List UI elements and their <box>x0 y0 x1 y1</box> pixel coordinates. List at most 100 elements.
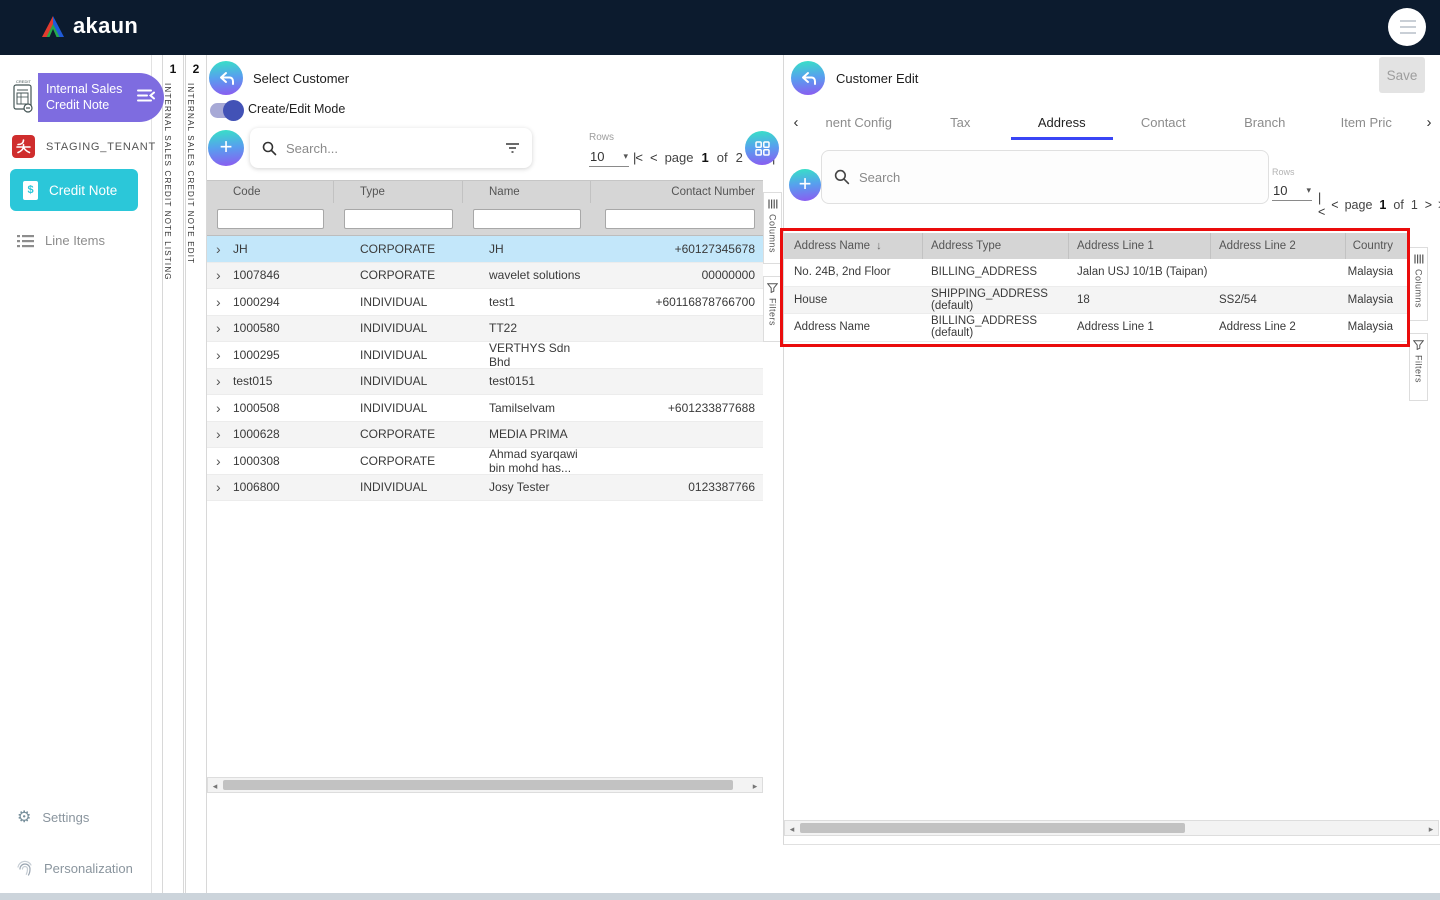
scrollbar-thumb[interactable] <box>223 780 733 790</box>
scroll-right-arrow[interactable]: ▸ <box>1425 822 1437 836</box>
expand-row-icon[interactable]: › <box>216 454 221 468</box>
first-page-button[interactable]: |< <box>1318 191 1324 219</box>
rows-label: Rows <box>589 132 629 143</box>
expand-row-icon[interactable]: › <box>216 374 221 388</box>
back-button[interactable] <box>791 61 825 95</box>
add-customer-button[interactable]: + <box>208 130 244 166</box>
toggle-knob <box>223 100 244 121</box>
column-header-type[interactable]: Type <box>334 181 463 203</box>
create-edit-mode-toggle[interactable] <box>210 103 241 118</box>
expand-row-icon[interactable]: › <box>216 242 221 256</box>
back-arrow-icon <box>800 71 817 86</box>
scroll-left-arrow[interactable]: ◂ <box>786 822 798 836</box>
address-search-input[interactable] <box>859 170 1256 185</box>
tab-branch[interactable]: Branch <box>1214 105 1316 140</box>
rows-per-page-select[interactable]: 10 ▾ <box>1272 180 1312 201</box>
table-row[interactable]: ›test015 INDIVIDUAL test0151 <box>207 369 763 396</box>
column-header-contact[interactable]: Contact Number <box>591 181 763 203</box>
scroll-right-arrow[interactable]: ▸ <box>749 779 761 793</box>
sidebar-item-personalization[interactable]: Personalization <box>17 860 133 876</box>
credit-note-document-icon: CREDIT <box>8 73 38 122</box>
back-button[interactable] <box>209 61 243 95</box>
expand-row-icon[interactable]: › <box>216 401 221 415</box>
table-row[interactable]: ›1000294 INDIVIDUAL test1 +6011687876670… <box>207 289 763 316</box>
page-word: page <box>1345 198 1373 212</box>
table-row[interactable]: ›1006800 INDIVIDUAL Josy Tester 01233877… <box>207 475 763 502</box>
sidebar-item-credit-note[interactable]: $ Credit Note <box>10 169 138 211</box>
expand-row-icon[interactable]: › <box>216 427 221 441</box>
column-header-code[interactable]: Code <box>207 181 334 203</box>
cell-code: JH <box>233 242 248 256</box>
filters-side-tab[interactable]: Filters <box>763 276 782 342</box>
grid-view-button[interactable] <box>745 131 779 165</box>
column-header-address-type[interactable]: Address Type <box>923 233 1069 259</box>
sidebar-item-settings[interactable]: ⚙ Settings <box>17 807 89 827</box>
table-row[interactable]: ›1007846 CORPORATE wavelet solutions 000… <box>207 263 763 290</box>
expand-row-icon[interactable]: › <box>216 480 221 494</box>
tab-address[interactable]: Address <box>1011 105 1113 140</box>
cell-type: INDIVIDUAL <box>334 480 463 494</box>
columns-side-tab[interactable]: Columns <box>763 192 782 264</box>
table-row[interactable]: ›1000580 INDIVIDUAL TT22 <box>207 316 763 343</box>
select-customer-panel: Select Customer Create/Edit Mode + Rows … <box>206 55 780 893</box>
cell-type: INDIVIDUAL <box>334 295 463 309</box>
tab-tax[interactable]: Tax <box>910 105 1012 140</box>
expand-row-icon[interactable]: › <box>216 295 221 309</box>
columns-side-tab[interactable]: Columns <box>1409 247 1428 321</box>
brand-name: akaun <box>73 13 138 39</box>
module-header[interactable]: CREDIT Internal Sales Credit Note <box>8 73 164 122</box>
tab-payment-config[interactable]: nent Config <box>808 105 910 140</box>
user-avatar[interactable] <box>1388 8 1426 46</box>
filters-side-tab[interactable]: Filters <box>1409 333 1428 401</box>
tab-item-pricing[interactable]: Item Pric <box>1316 105 1418 140</box>
filter-input-name[interactable] <box>473 209 581 229</box>
save-button[interactable]: Save <box>1379 57 1425 93</box>
prev-page-button[interactable]: < <box>650 150 657 165</box>
tenant-label: STAGING_TENANT <box>46 141 156 153</box>
table-row[interactable]: No. 24B, 2nd Floor BILLING_ADDRESS Jalan… <box>784 259 1409 287</box>
cell-type: INDIVIDUAL <box>334 321 463 335</box>
table-row[interactable]: ›1000295 INDIVIDUAL VERTHYS Sdn Bhd <box>207 342 763 369</box>
table-row[interactable]: ›1000508 INDIVIDUAL Tamilselvam +6012338… <box>207 395 763 422</box>
table-row[interactable]: ›1000628 CORPORATE MEDIA PRIMA <box>207 422 763 449</box>
filter-input-type[interactable] <box>344 209 453 229</box>
scroll-left-arrow[interactable]: ◂ <box>209 779 221 793</box>
column-header-address-name[interactable]: Address Name ↓ <box>784 233 923 259</box>
vertical-tab-number: 2 <box>186 62 206 76</box>
customer-search-box <box>250 128 532 168</box>
customer-search-input[interactable] <box>286 141 496 156</box>
table-row[interactable]: Address Name BILLING_ADDRESS (default) A… <box>784 314 1409 342</box>
filter-input-contact[interactable] <box>605 209 755 229</box>
first-page-button[interactable]: |< <box>633 150 642 165</box>
filter-list-icon[interactable] <box>505 142 520 154</box>
tabs-scroll-left-icon[interactable]: ‹ <box>784 114 808 131</box>
add-address-button[interactable]: + <box>789 169 821 201</box>
column-header-name[interactable]: Name <box>463 181 591 203</box>
table-row[interactable]: ›JH CORPORATE JH +60127345678 <box>207 236 763 263</box>
filter-input-code[interactable] <box>217 209 324 229</box>
address-table: Address Name ↓ Address Type Address Line… <box>784 233 1409 342</box>
next-page-button[interactable]: > <box>1425 198 1431 212</box>
column-header-address-line1[interactable]: Address Line 1 <box>1069 233 1211 259</box>
expand-row-icon[interactable]: › <box>216 348 221 362</box>
table-row[interactable]: House SHIPPING_ADDRESS (default) 18 SS2/… <box>784 287 1409 315</box>
sidebar-item-tenant[interactable]: STAGING_TENANT <box>12 135 156 158</box>
collapse-menu-icon[interactable] <box>137 88 155 107</box>
expand-row-icon[interactable]: › <box>216 268 221 282</box>
brand-logo[interactable]: akaun <box>40 13 138 39</box>
vertical-tab-listing[interactable]: 1 INTERNAL SALES CREDIT NOTE LISTING <box>162 55 184 893</box>
cell-address-line2: Address Line 2 <box>1211 321 1346 333</box>
expand-row-icon[interactable]: › <box>216 321 221 335</box>
column-label: Address Name <box>794 240 870 252</box>
cell-address-name: No. 24B, 2nd Floor <box>784 266 923 278</box>
scrollbar-thumb[interactable] <box>800 823 1185 833</box>
sidebar-item-line-items[interactable]: Line Items <box>17 233 105 248</box>
column-header-address-line2[interactable]: Address Line 2 <box>1211 233 1346 259</box>
table-row[interactable]: ›1000308 CORPORATE Ahmad syarqawi bin mo… <box>207 448 763 475</box>
vertical-tab-edit[interactable]: 2 INTERNAL SALES CREDIT NOTE EDIT <box>185 55 207 893</box>
tabs-scroll-right-icon[interactable]: › <box>1417 114 1440 131</box>
column-header-country[interactable]: Country <box>1346 240 1409 252</box>
prev-page-button[interactable]: < <box>1331 198 1337 212</box>
tab-contact[interactable]: Contact <box>1113 105 1215 140</box>
rows-per-page-select[interactable]: 10 ▾ <box>589 146 629 167</box>
